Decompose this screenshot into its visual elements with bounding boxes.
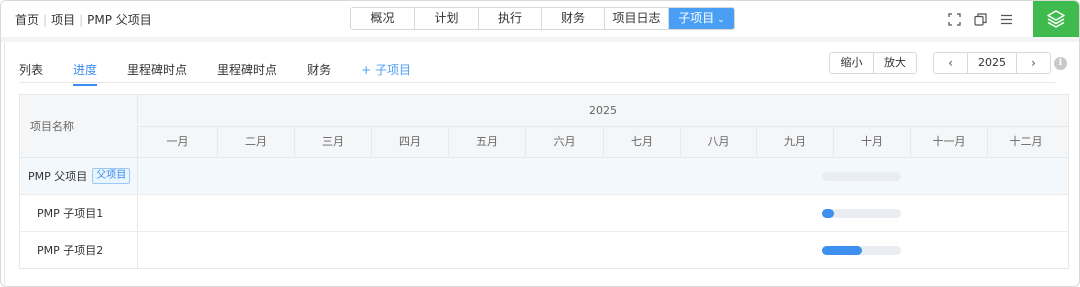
top-icon-group [941,10,1019,28]
tab-subprojects[interactable]: 子项目 ⌄ [669,8,734,29]
tab-finance[interactable]: 财务 [542,8,605,29]
month-header: 九月 [757,127,834,157]
month-header: 一月 [138,127,218,157]
parent-project-badge: 父项目 [92,168,131,184]
month-header: 七月 [604,127,681,157]
tab-list[interactable]: 列表 [19,61,43,84]
tab-project-log[interactable]: 项目日志 [605,8,669,29]
zoom-out-button[interactable]: 缩小 [830,53,873,73]
month-header: 五月 [449,127,526,157]
project-name[interactable]: PMP 子项目2 [37,242,103,258]
breadcrumb-separator: | [79,12,84,27]
gantt-chart: 项目名称 2025 一月 二月 三月 四月 五月 六月 七月 八月 九月 十月 十一月 十二月 PMP… [19,94,1069,269]
month-header: 八月 [681,127,757,157]
name-column-header: 项目名称 [20,95,137,158]
view-tabs: 列表 进度 里程碑时点 里程碑时点 财务 + 子项目 [19,60,441,86]
layers-button[interactable] [1033,1,1079,37]
month-header: 二月 [218,127,295,157]
progress-bar-fill [822,246,862,255]
main-content: 列表 进度 里程碑时点 里程碑时点 财务 + 子项目 缩小 放大 ‹ 2025 … [4,42,1076,285]
year-navigator: ‹ 2025 › [933,52,1051,74]
progress-bar-track[interactable] [822,246,901,255]
tab-subprojects-label: 子项目 [678,11,715,25]
year-header: 2025 [138,95,1068,127]
month-header-row: 一月 二月 三月 四月 五月 六月 七月 八月 九月 十月 十一月 十二月 [138,127,1068,158]
breadcrumb-projects[interactable]: 项目 [51,11,75,28]
month-header: 十二月 [1009,135,1043,148]
progress-bar-track[interactable] [822,209,901,218]
breadcrumb-home[interactable]: 首页 [15,11,39,28]
info-icon[interactable]: i [1054,57,1067,70]
layers-icon [1047,10,1065,28]
month-header: 四月 [372,127,449,157]
tab-overview[interactable]: 概况 [351,8,415,29]
tab-plan[interactable]: 计划 [415,8,479,29]
breadcrumb-current: PMP 父项目 [87,13,152,27]
gantt-row[interactable]: PMP 子项目2 [20,232,1068,269]
window: 首页 | 项目 | PMP 父项目 概况 计划 执行 财务 项目日志 子项目⌄ [0,0,1080,287]
row-name-cell: PMP 父项目 父项目 [20,158,138,194]
project-nav-tabs: 概况 计划 执行 财务 项目日志 子项目 ⌄ [350,7,735,30]
tab-view-finance[interactable]: 财务 [307,61,331,84]
next-year-button[interactable]: › [1017,53,1050,73]
project-name[interactable]: PMP 子项目1 [37,205,103,221]
zoom-in-button[interactable]: 放大 [873,53,916,73]
zoom-controls: 缩小 放大 [829,52,917,74]
month-header: 十一月 [911,127,988,157]
fullscreen-icon[interactable] [941,10,967,28]
breadcrumb: 首页 | 项目 | PMP 父项目 [15,11,152,28]
tabs-underline [19,82,1055,83]
row-name-cell: PMP 子项目1 [20,195,138,231]
progress-bar-track[interactable] [822,172,901,181]
month-header: 三月 [295,127,372,157]
year-display: 2025 [967,53,1017,73]
tab-progress[interactable]: 进度 [73,61,98,86]
tab-execution[interactable]: 执行 [479,8,542,29]
row-name-cell: PMP 子项目2 [20,232,138,268]
add-subproject-button[interactable]: + 子项目 [361,61,411,84]
copy-icon[interactable] [967,10,993,28]
chevron-down-icon: ⌄ [717,15,725,25]
gantt-row[interactable]: PMP 父项目 父项目 [20,158,1068,195]
tab-milestones[interactable]: 里程碑时点 [127,61,187,84]
month-header: 六月 [526,127,604,157]
gantt-row[interactable]: PMP 子项目1 [20,195,1068,232]
project-name[interactable]: PMP 父项目 [28,168,87,184]
month-header: 十月 [834,127,911,157]
progress-bar-fill [822,209,834,218]
top-bar: 首页 | 项目 | PMP 父项目 概况 计划 执行 财务 项目日志 子项目 ⌄ [1,1,1079,37]
tab-milestones-2[interactable]: 里程碑时点 [217,61,277,84]
prev-year-button[interactable]: ‹ [934,53,967,73]
menu-icon[interactable] [993,10,1019,28]
breadcrumb-separator: | [43,12,48,27]
